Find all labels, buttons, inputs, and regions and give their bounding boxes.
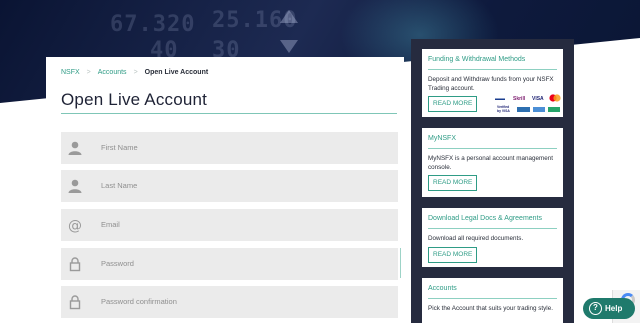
funding-box: Funding & Withdrawal Methods Deposit and… bbox=[422, 49, 563, 117]
breadcrumb-separator: > bbox=[133, 69, 138, 76]
lock-icon bbox=[69, 257, 81, 272]
skrill-logo: Skrill bbox=[513, 96, 526, 102]
page-title: Open Live Account bbox=[61, 90, 208, 109]
email-placeholder: Email bbox=[101, 220, 120, 229]
legal-docs-divider bbox=[428, 228, 557, 229]
breadcrumb-current: Open Live Account bbox=[144, 69, 209, 76]
divider-line bbox=[400, 248, 401, 278]
bank-card-logo-icon bbox=[517, 107, 530, 112]
bank-transfer-logo-icon bbox=[533, 107, 545, 112]
email-field[interactable]: @ Email bbox=[61, 209, 398, 241]
password-field[interactable]: Password bbox=[61, 248, 398, 280]
hero-ticker-1: 67.320 bbox=[110, 12, 196, 37]
neteller-logo-icon: ▬▬ bbox=[495, 96, 505, 102]
sidebar: Funding & Withdrawal Methods Deposit and… bbox=[411, 39, 574, 323]
mynsfx-description: MyNSFX is a personal account management … bbox=[428, 155, 553, 171]
legal-docs-description: Download all required documents. bbox=[428, 235, 524, 242]
password-placeholder: Password bbox=[101, 259, 134, 268]
legal-docs-title[interactable]: Download Legal Docs & Agreements bbox=[428, 215, 542, 222]
accounts-divider bbox=[428, 298, 557, 299]
arrow-down-icon bbox=[280, 40, 298, 53]
user-icon bbox=[68, 141, 82, 155]
breadcrumb-home-link[interactable]: NSFX bbox=[61, 69, 80, 76]
mynsfx-divider bbox=[428, 148, 557, 149]
breadcrumb-accounts-link[interactable]: Accounts bbox=[98, 69, 127, 76]
password-confirmation-placeholder: Password confirmation bbox=[101, 297, 177, 306]
accounts-title[interactable]: Accounts bbox=[428, 285, 457, 292]
funding-title[interactable]: Funding & Withdrawal Methods bbox=[428, 56, 525, 63]
last-name-placeholder: Last Name bbox=[101, 181, 138, 190]
help-button[interactable]: ? Help bbox=[583, 298, 635, 319]
accounts-description: Pick the Account that suits your trading… bbox=[428, 305, 553, 312]
mynsfx-box: MyNSFX MyNSFX is a personal account mana… bbox=[422, 128, 563, 197]
mynsfx-title[interactable]: MyNSFX bbox=[428, 135, 456, 142]
funding-read-more-button[interactable]: READ MORE bbox=[428, 96, 478, 112]
help-label: Help bbox=[605, 304, 623, 313]
last-name-field[interactable]: Last Name bbox=[61, 170, 398, 202]
user-icon bbox=[68, 179, 82, 193]
password-confirmation-field[interactable]: Password confirmation bbox=[61, 286, 398, 318]
funding-description: Deposit and Withdraw funds from your NSF… bbox=[428, 76, 554, 92]
arrow-up-icon bbox=[280, 10, 298, 23]
first-name-placeholder: First Name bbox=[101, 143, 138, 152]
title-divider bbox=[61, 113, 397, 114]
breadcrumb-separator: > bbox=[86, 69, 91, 76]
visa-logo: VISA bbox=[532, 96, 544, 102]
mastercard-logo-icon bbox=[549, 94, 561, 102]
legal-docs-box: Download Legal Docs & Agreements Downloa… bbox=[422, 208, 563, 267]
breadcrumb: NSFX > Accounts > Open Live Account bbox=[61, 69, 208, 76]
funding-divider bbox=[428, 69, 557, 70]
lock-icon bbox=[69, 295, 81, 310]
mynsfx-read-more-button[interactable]: READ MORE bbox=[428, 175, 478, 191]
verified-by-visa-logo: Verified by VISA bbox=[497, 105, 510, 113]
svg-text:@: @ bbox=[68, 218, 82, 233]
payment-logo-icon bbox=[548, 107, 560, 112]
open-account-card: NSFX > Accounts > Open Live Account Open Liv… bbox=[46, 57, 404, 323]
accounts-box: Accounts Pick the Account that suits you… bbox=[422, 278, 563, 323]
question-icon: ? bbox=[589, 302, 602, 315]
at-icon: @ bbox=[68, 218, 82, 233]
legal-docs-read-more-button[interactable]: READ MORE bbox=[428, 247, 478, 263]
first-name-field[interactable]: First Name bbox=[61, 132, 398, 164]
